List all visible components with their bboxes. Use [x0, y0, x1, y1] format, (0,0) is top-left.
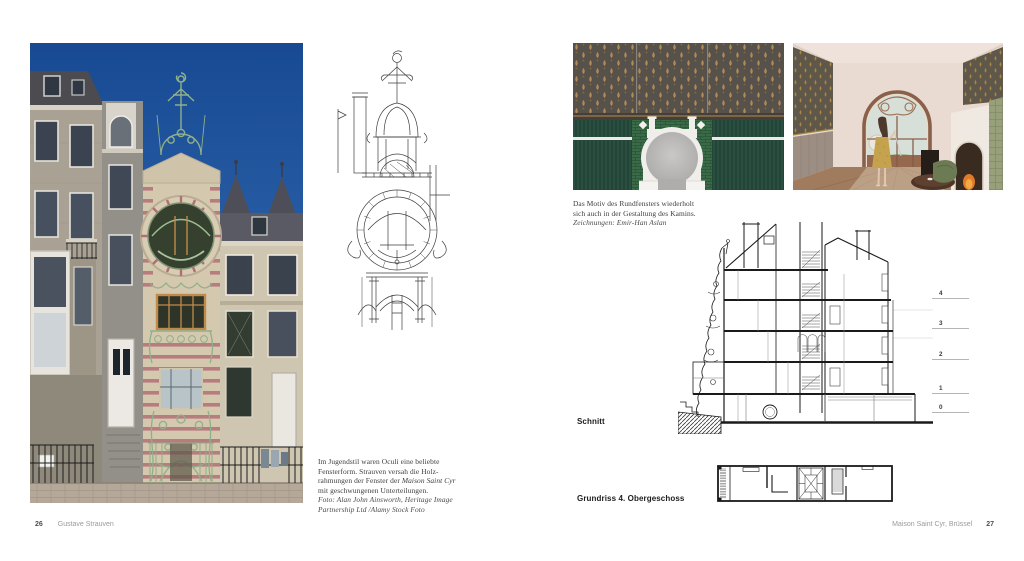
running-title-right: Maison Saint Cyr, Brüssel [892, 521, 972, 528]
caption-left-line: rahmungen der Fenster der Maison Saint C… [318, 476, 488, 486]
caption-left-line: Im Jugendstil waren Oculi eine beliebte [318, 457, 488, 467]
floor-plan-drawing [713, 458, 893, 506]
level-marker: 2 [932, 351, 969, 360]
level-number: 2 [939, 351, 969, 358]
caption-left-line: mit geschwungenen Unterteilungen. [318, 486, 488, 496]
oculus-line-drawing-art [318, 45, 475, 330]
caption-right-line: sich auch in der Gestaltung des Kamins. [573, 209, 751, 219]
level-marker: 0 [932, 404, 969, 413]
page-number-left: 26 [35, 521, 43, 528]
facade-photo [30, 43, 303, 503]
section-drawing [678, 222, 933, 434]
plan-label: Grundriss 4. Obergeschoss [577, 494, 684, 503]
interior-rendering-art [793, 43, 1003, 190]
footer-left: 26 Gustave Strauven [35, 521, 114, 528]
caption-left-credit: Partnership Ltd /Alamy Stock Foto [318, 505, 488, 515]
section-label: Schnitt [577, 417, 605, 426]
level-marker: 3 [932, 320, 969, 329]
caption-left-line: Fensterform. Strauven versah die Holz- [318, 467, 488, 477]
floor-plan-art [713, 458, 893, 506]
level-marker: 4 [932, 290, 969, 299]
footer-right: Maison Saint Cyr, Brüssel 27 [892, 521, 994, 528]
interior-rendering [793, 43, 1003, 190]
facade-photo-art [30, 43, 303, 503]
level-marker: 1 [932, 385, 969, 394]
caption-left-credit: Foto: Alan John Ainsworth, Heritage Imag… [318, 495, 488, 505]
level-number: 3 [939, 320, 969, 327]
fireplace-elevation-art [573, 43, 784, 190]
section-drawing-art [678, 222, 933, 434]
fireplace-elevation-drawing [573, 43, 784, 190]
level-number: 1 [939, 385, 969, 392]
level-number: 4 [939, 290, 969, 297]
level-number: 0 [939, 404, 969, 411]
caption-right-line: Das Motiv des Rundfensters wiederholt [573, 199, 751, 209]
oculus-line-drawing [318, 45, 475, 330]
page-number-right: 27 [986, 521, 994, 528]
running-title-left: Gustave Strauven [58, 521, 114, 528]
caption-left: Im Jugendstil waren Oculi eine beliebte … [318, 457, 488, 515]
